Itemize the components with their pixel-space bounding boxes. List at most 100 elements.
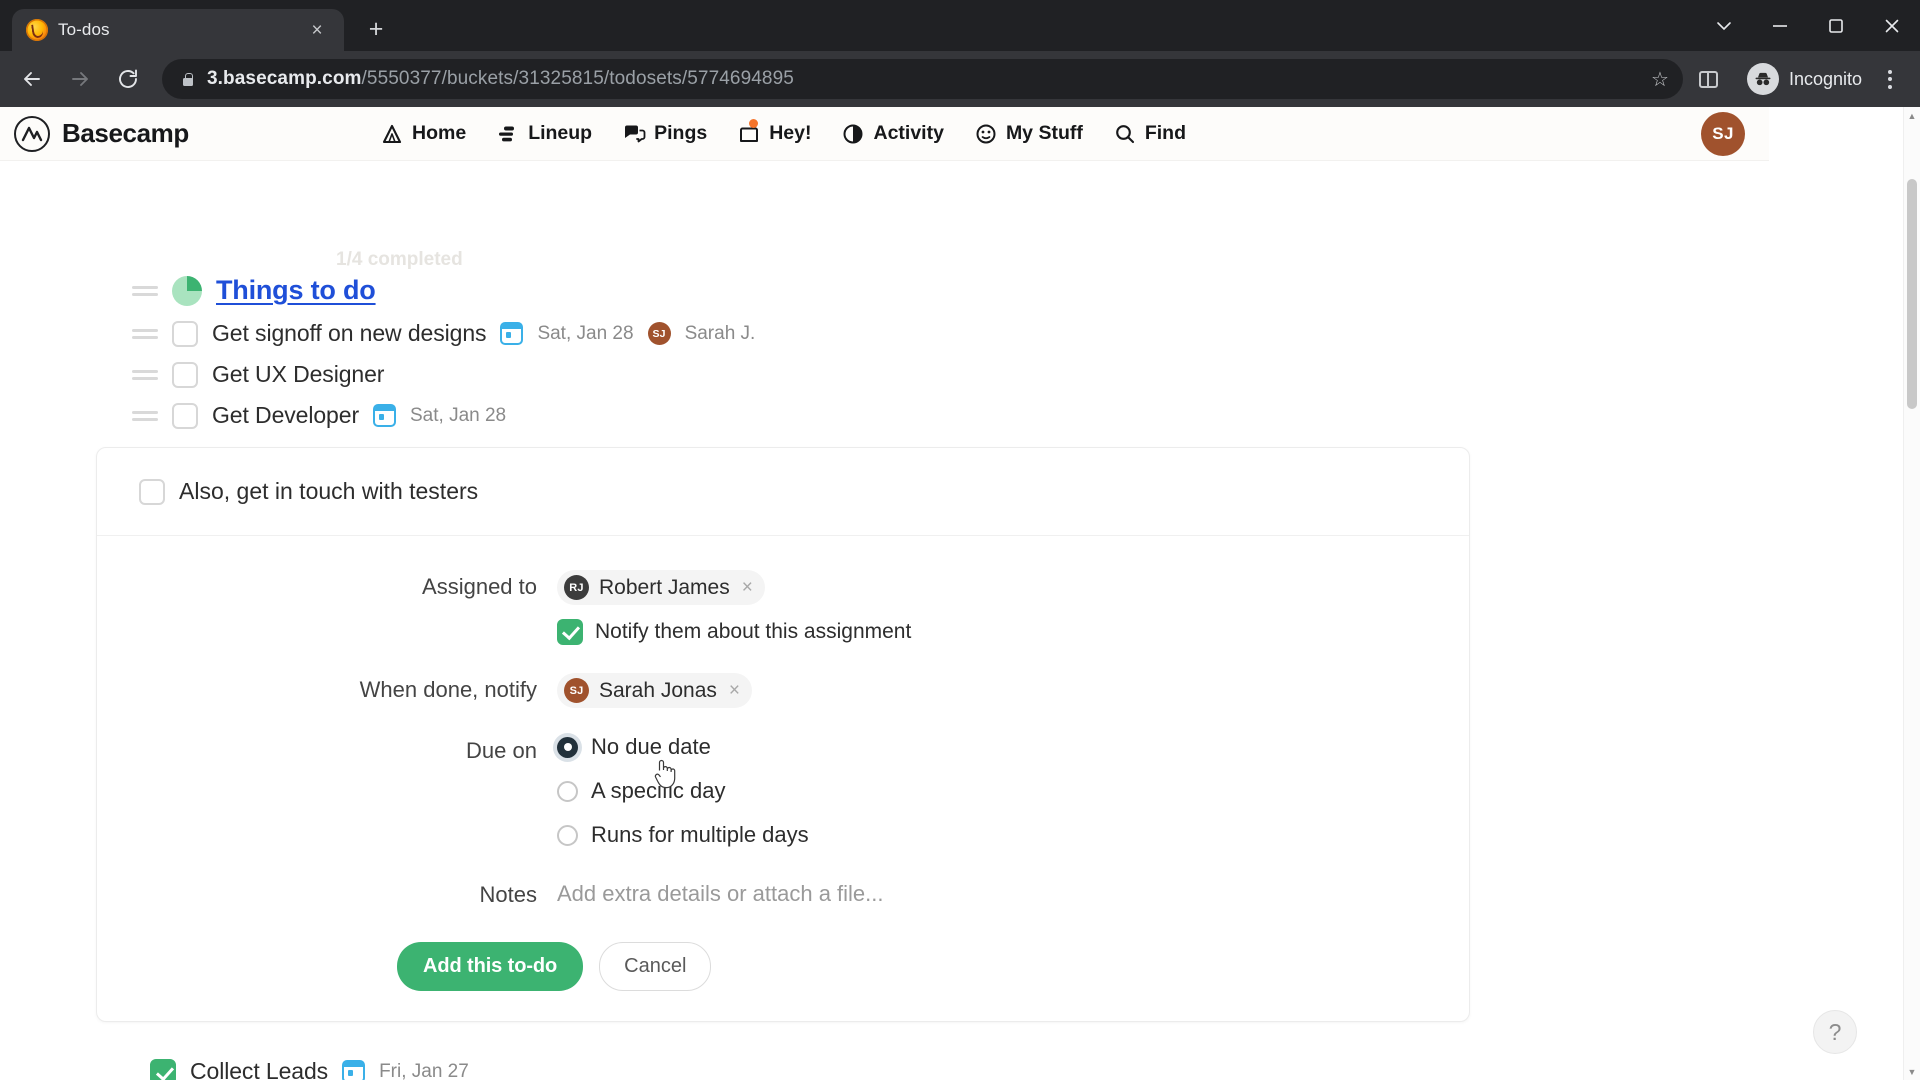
basecamp-mark-icon — [14, 115, 50, 152]
omnibox-actions: ☆ — [1651, 67, 1669, 92]
basecamp-favicon-icon — [26, 19, 48, 41]
radio-multiple-days[interactable] — [557, 824, 578, 846]
user-avatar[interactable]: SJ — [1701, 111, 1745, 156]
radio-specific-day-label: A specific day — [591, 778, 726, 803]
completed-todo-item[interactable]: Collect Leads Fri, Jan 27 — [150, 1058, 1903, 1080]
side-panel-button[interactable] — [1687, 57, 1731, 101]
lock-icon — [180, 72, 195, 87]
browser-window: To-dos × + 3.basecamp.com/5550377/bucket… — [0, 0, 1920, 1080]
todo-label: Get signoff on new designs — [212, 320, 487, 346]
bookmark-star-icon[interactable]: ☆ — [1651, 67, 1669, 92]
todo-item[interactable]: Get UX Designer — [132, 361, 1903, 388]
todo-due-date: Sat, Jan 28 — [537, 322, 634, 344]
composer-actions: Add this to-do Cancel — [97, 942, 1469, 991]
todolist-title-link[interactable]: Things to do — [216, 275, 376, 306]
pings-icon — [622, 122, 646, 146]
browser-tab[interactable]: To-dos × — [12, 9, 344, 51]
due-on-control: No due date A specific day Runs for mult… — [557, 734, 1469, 848]
assignee-chip-name: Robert James — [599, 575, 730, 599]
todolist-header: Things to do — [132, 275, 1903, 306]
todo-checkbox[interactable] — [172, 361, 198, 388]
completed-todo-checkbox[interactable] — [150, 1058, 176, 1080]
completed-todo-label: Collect Leads — [190, 1058, 329, 1080]
notify-assignment-row[interactable]: Notify them about this assignment — [557, 619, 1469, 645]
when-done-notify-chip[interactable]: SJ Sarah Jonas × — [557, 673, 753, 708]
todo-item[interactable]: Get signoff on new designs Sat, Jan 28 S… — [132, 320, 1903, 347]
forward-button[interactable] — [58, 57, 102, 101]
basecamp-logo[interactable]: Basecamp — [0, 115, 380, 152]
close-tab-icon[interactable]: × — [304, 17, 330, 43]
remove-notify-person-icon[interactable]: × — [727, 680, 740, 702]
url-text: 3.basecamp.com/5550377/buckets/31325815/… — [207, 68, 794, 90]
help-button[interactable]: ? — [1813, 1010, 1857, 1054]
nav-item-find[interactable]: Find — [1113, 122, 1186, 146]
drag-handle-icon[interactable] — [132, 369, 158, 380]
composer-todo-title[interactable]: Also, get in touch with testers — [179, 478, 478, 505]
when-done-notify-control: SJ Sarah Jonas × — [557, 673, 1469, 708]
notify-assignment-label: Notify them about this assignment — [595, 620, 912, 643]
basecamp-top-nav: Basecamp Home Lineup Pings Hey! Activity… — [0, 107, 1769, 161]
assignee-avatar: SJ — [647, 322, 671, 345]
minimize-window-button[interactable] — [1752, 0, 1808, 51]
radio-specific-day[interactable] — [557, 780, 578, 802]
back-button[interactable] — [10, 57, 54, 101]
due-on-option-multiple-days[interactable]: Runs for multiple days — [557, 822, 1469, 848]
assignee-chip[interactable]: RJ Robert James × — [557, 570, 765, 605]
assignee-name: Sarah J. — [684, 322, 756, 344]
nav-item-pings[interactable]: Pings — [622, 122, 707, 146]
drag-handle-icon[interactable] — [132, 410, 158, 421]
notify-assignment-checkbox[interactable] — [557, 619, 583, 645]
reload-button[interactable] — [106, 57, 150, 101]
maximize-window-button[interactable] — [1808, 0, 1864, 51]
home-icon — [380, 122, 404, 146]
nav-item-lineup[interactable]: Lineup — [496, 122, 592, 146]
completed-todo-due-date: Fri, Jan 27 — [379, 1060, 469, 1080]
nav-item-lineup-label: Lineup — [528, 122, 593, 144]
completed-count-label: 1/4 completed — [336, 249, 463, 270]
due-on-option-no-due-date[interactable]: No due date — [557, 734, 1469, 760]
nav-item-home[interactable]: Home — [380, 122, 466, 146]
todo-label: Get Developer — [212, 402, 359, 428]
hey-notification-badge — [749, 118, 759, 128]
page-scrollbar[interactable]: ▲ ▼ — [1903, 107, 1920, 1080]
notes-control[interactable]: Add extra details or attach a file... — [557, 878, 1469, 907]
url-domain: 3.basecamp.com — [207, 68, 362, 89]
todo-checkbox[interactable] — [172, 402, 198, 429]
chrome-more-icon[interactable] — [1696, 0, 1752, 51]
due-on-row: Due on No due date A specific day Runs f… — [97, 734, 1469, 848]
address-bar[interactable]: 3.basecamp.com/5550377/buckets/31325815/… — [162, 59, 1683, 99]
progress-pie-icon — [172, 275, 202, 306]
nav-item-pings-label: Pings — [654, 122, 708, 144]
todo-due-date: Sat, Jan 28 — [410, 404, 507, 426]
drag-handle-icon[interactable] — [132, 285, 158, 296]
scroll-up-arrow-icon[interactable]: ▲ — [1904, 107, 1920, 124]
cancel-button[interactable]: Cancel — [599, 942, 712, 991]
todo-checkbox[interactable] — [172, 320, 198, 347]
close-window-button[interactable] — [1864, 0, 1920, 51]
due-on-option-specific-day[interactable]: A specific day — [557, 778, 1469, 804]
nav-item-hey[interactable]: Hey! — [737, 118, 812, 146]
url-path: /5550377/buckets/31325815/todosets/57746… — [361, 68, 794, 89]
composer-todo-checkbox[interactable] — [139, 478, 165, 505]
new-tab-button[interactable]: + — [358, 11, 394, 47]
when-done-notify-chip-name: Sarah Jonas — [599, 678, 717, 702]
side-panel-icon — [1699, 70, 1719, 88]
nav-item-my-stuff[interactable]: My Stuff — [974, 122, 1083, 146]
notes-row: Notes Add extra details or attach a file… — [97, 878, 1469, 908]
new-todo-composer: Also, get in touch with testers Assigned… — [96, 447, 1470, 1022]
nav-item-hey-label: Hey! — [769, 122, 812, 144]
nav-item-activity[interactable]: Activity — [841, 122, 944, 146]
activity-icon — [841, 122, 865, 146]
scrollbar-thumb[interactable] — [1907, 179, 1917, 409]
remove-assignee-icon[interactable]: × — [740, 577, 753, 599]
notes-input[interactable]: Add extra details or attach a file... — [557, 878, 1469, 907]
radio-no-due-date[interactable] — [557, 736, 578, 758]
incognito-profile-button[interactable]: Incognito — [1746, 63, 1862, 95]
drag-handle-icon[interactable] — [132, 328, 158, 339]
scroll-down-arrow-icon[interactable]: ▼ — [1904, 1063, 1920, 1080]
when-done-notify-label: When done, notify — [359, 677, 537, 702]
add-todo-button[interactable]: Add this to-do — [397, 942, 584, 991]
todo-item[interactable]: Get Developer Sat, Jan 28 — [132, 402, 1903, 429]
radio-no-due-date-label: No due date — [591, 734, 711, 759]
chrome-menu-icon[interactable] — [1870, 59, 1910, 99]
